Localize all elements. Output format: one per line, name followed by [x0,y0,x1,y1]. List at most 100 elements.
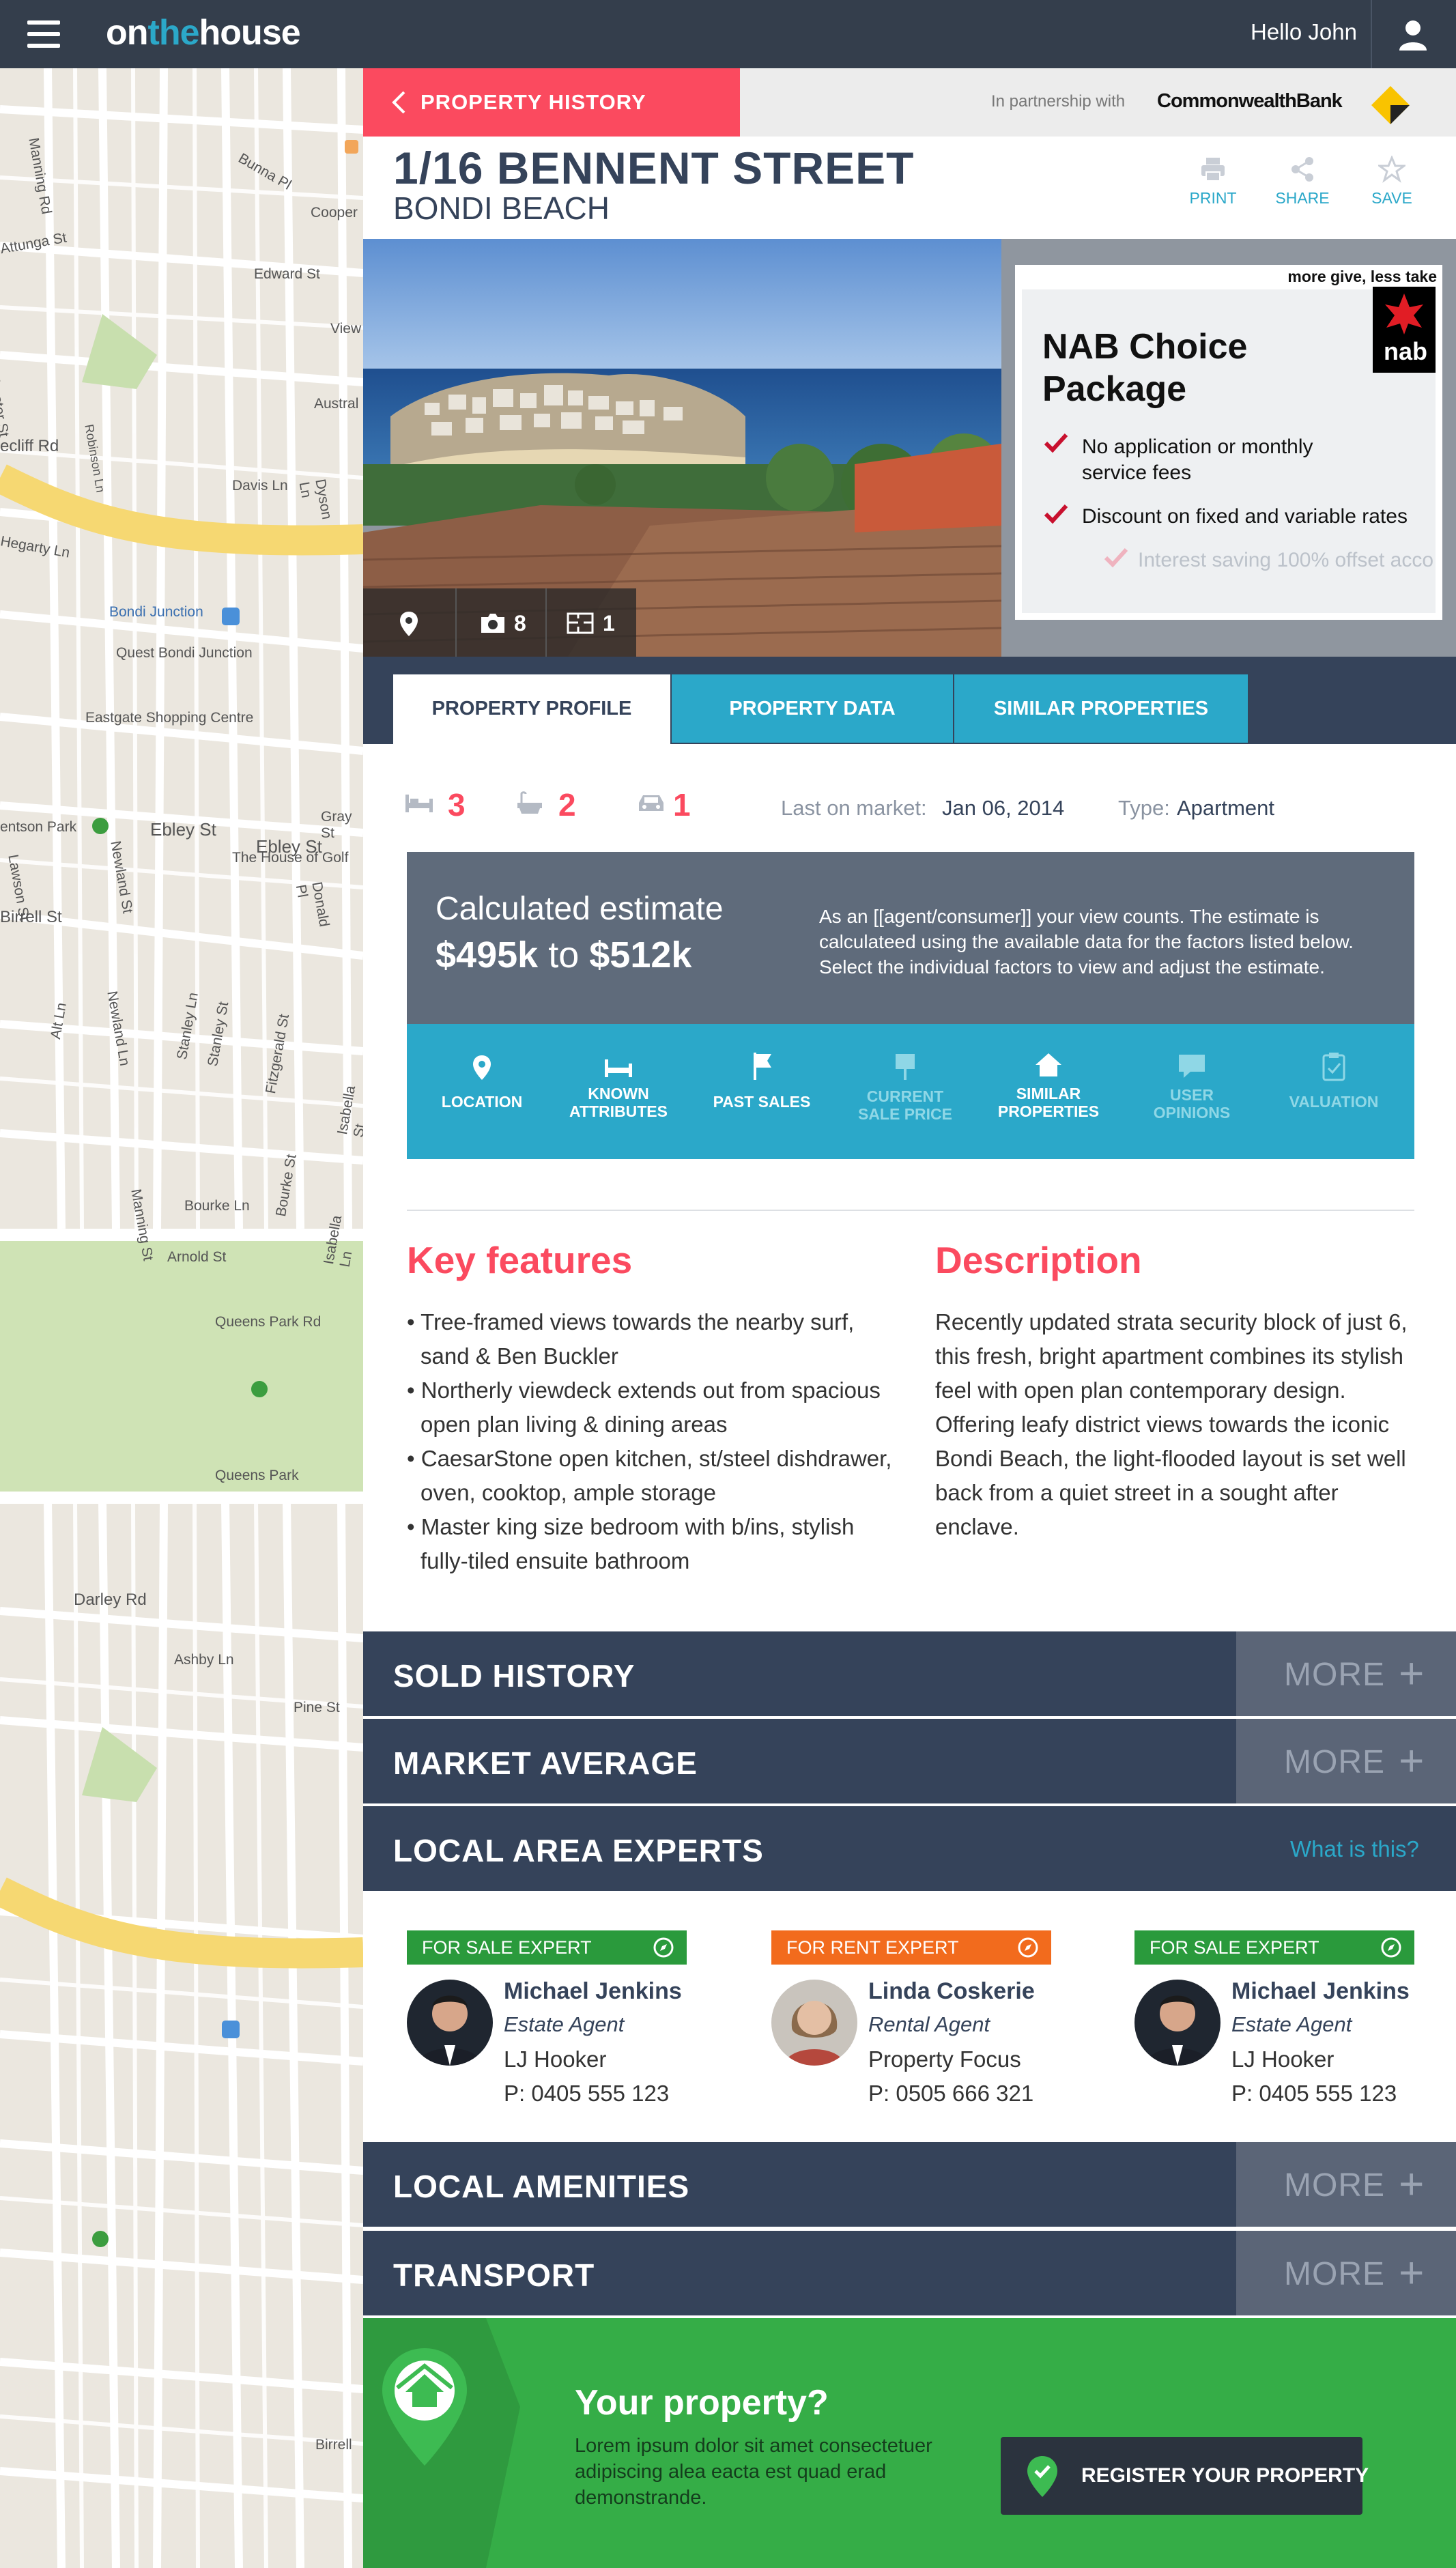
expert-card[interactable]: FOR SALE EXPERT Michael Jenkins Estate A… [1134,1930,1414,2115]
local-amenities-section[interactable]: LOCAL AMENITIES MORE + [363,2142,1456,2227]
sign-icon [754,1053,771,1080]
content-divider [407,1210,1414,1211]
map-label: Darley Rd [74,1590,147,1609]
property-photo[interactable]: 8 1 [363,239,1001,657]
speech-bubble-icon [1179,1055,1205,1078]
map-label: Stanley Ln [174,991,201,1061]
map-label: Fitzgerald St [263,1012,293,1095]
factor-past-sales[interactable]: PAST SALES [687,1024,837,1159]
compass-icon [653,1937,674,1958]
local-area-experts-title: LOCAL AREA EXPERTS [393,1833,764,1868]
factor-known-attributes[interactable]: KNOWN ATTRIBUTES [543,1024,694,1159]
local-amenities-more-button[interactable]: MORE + [1236,2142,1456,2227]
agent-name[interactable]: Linda Coskerie [868,1978,1035,2005]
badge-label: FOR RENT EXPERT [786,1937,959,1958]
bed-count: 3 [448,787,466,823]
map-labels: Manning Rd Bunna Pl Cooper Attunga St Ed… [0,68,363,2568]
agent-phone[interactable]: P: 0405 555 123 [504,2081,669,2107]
property-history-back-button[interactable]: PROPERTY HISTORY [363,68,740,137]
badge-label: FOR SALE EXPERT [1150,1937,1319,1958]
save-button[interactable]: SAVE [1361,155,1423,210]
expert-card[interactable]: FOR RENT EXPERT Linda Coskerie Rental Ag… [771,1930,1051,2115]
estimate-factors-bar: LOCATION KNOWN ATTRIBUTES PAST SALES CUR… [407,1024,1414,1159]
plus-icon: + [1399,2159,1425,2208]
property-suburb: BONDI BEACH [393,190,610,226]
agent-name[interactable]: Michael Jenkins [1231,1978,1410,2005]
factor-location[interactable]: LOCATION [407,1024,557,1159]
plus-icon: + [1399,1736,1425,1785]
map-label: Donald Pl [292,881,332,928]
register-property-button[interactable]: REGISTER YOUR PROPERTY [1001,2437,1369,2515]
market-average-section[interactable]: MARKET AVERAGE MORE + [363,1719,1456,1803]
pin-check-icon [1027,2456,1057,2497]
key-feature-text: Master king size bedroom with b/ins, sty… [420,1514,855,1573]
map-pin-icon [400,612,418,636]
market-average-more-button[interactable]: MORE + [1236,1719,1456,1803]
key-feature-item: • Northerly viewdeck extends out from sp… [407,1378,881,1437]
user-profile-icon[interactable] [1396,18,1430,52]
estimate-high: $512k [589,935,692,975]
sold-history-section[interactable]: SOLD HISTORY MORE + [363,1631,1456,1716]
agent-phone[interactable]: P: 0505 666 321 [868,2081,1033,2107]
hamburger-menu-icon[interactable] [27,20,60,48]
user-greeting[interactable]: Hello John [1251,19,1357,45]
commonwealth-bank-logo-text: CommonwealthBank [1157,90,1343,112]
print-button[interactable]: PRINT [1182,156,1244,210]
ad-title-line2: Package [1042,369,1187,409]
last-on-market-label: Last on market: [781,796,927,820]
what-is-this-link[interactable]: What is this? [1290,1836,1419,1862]
more-label: MORE [1284,2167,1385,2203]
factor-label: ATTRIBUTES [569,1102,668,1120]
bed-icon [605,1059,632,1077]
sold-history-more-button[interactable]: MORE + [1236,1631,1456,1716]
description-text: Recently updated strata security block o… [935,1309,1408,1539]
map-label: Ashby Ln [174,1652,234,1668]
nab-star-icon [1385,294,1423,334]
factor-user-opinions[interactable]: USER OPINIONS [1117,1024,1267,1159]
property-type-label: Type: [1118,796,1170,820]
agent-agency: LJ Hooker [1231,2046,1334,2072]
factor-label: VALUATION [1289,1093,1379,1111]
agent-name[interactable]: Michael Jenkins [504,1978,682,2005]
plus-icon: + [1399,2248,1425,2297]
cta-text: Lorem ipsum dolor sit amet consectetuer … [575,2435,932,2509]
estimate-range: $495k to $512k [436,934,691,976]
logo-part-house: house [199,13,301,53]
map-label: entson Park [0,819,77,835]
factor-label: USER [1170,1086,1214,1104]
car-icon [639,795,663,811]
tab-bar: PROPERTY PROFILE PROPERTY DATA SIMILAR P… [363,657,1456,744]
nab-advert[interactable]: more give, less take nab NAB Choice Pack… [1015,265,1442,620]
map-label: Quest Bondi Junction [116,645,253,661]
transport-more-button[interactable]: MORE + [1236,2231,1456,2315]
tab-property-data[interactable]: PROPERTY DATA [672,674,953,743]
nab-tagline: more give, less take [1287,268,1437,285]
sign-post-icon [896,1054,915,1080]
key-feature-text: Northerly viewdeck extends out from spac… [420,1378,881,1437]
factor-current-sale-price[interactable]: CURRENT SALE PRICE [830,1024,980,1159]
photo-gallery-button[interactable]: 8 [457,588,545,657]
agent-role: Estate Agent [1231,2012,1352,2036]
onthehouse-logo[interactable]: onthehouse [106,12,301,53]
map-label: Bunna Pl [235,150,294,193]
street-map[interactable]: Manning Rd Bunna Pl Cooper Attunga St Ed… [0,68,363,2568]
tab-similar-properties[interactable]: SIMILAR PROPERTIES [954,674,1248,743]
agent-agency: Property Focus [868,2046,1021,2072]
key-feature-item: • Master king size bedroom with b/ins, s… [407,1514,855,1573]
map-label: Cooper [311,205,358,220]
agent-phone[interactable]: P: 0405 555 123 [1231,2081,1397,2107]
factor-label: PROPERTIES [997,1102,1100,1120]
star-icon [1376,155,1408,183]
factor-label: OPINIONS [1153,1104,1231,1122]
nab-logo: nab [1373,287,1436,373]
floorplan-button[interactable]: 1 [547,588,636,657]
factor-valuation[interactable]: VALUATION [1259,1024,1409,1159]
map-label: Manning St [128,1188,156,1262]
more-label: MORE [1284,2256,1385,2292]
map-pin-button[interactable] [363,588,455,657]
share-button[interactable]: SHARE [1268,156,1337,210]
expert-card[interactable]: FOR SALE EXPERT Michael Jenkins Estate A… [407,1930,687,2115]
transport-section[interactable]: TRANSPORT MORE + [363,2231,1456,2315]
tab-property-profile[interactable]: PROPERTY PROFILE [393,674,670,744]
factor-similar-properties[interactable]: SIMILAR PROPERTIES [973,1024,1124,1159]
